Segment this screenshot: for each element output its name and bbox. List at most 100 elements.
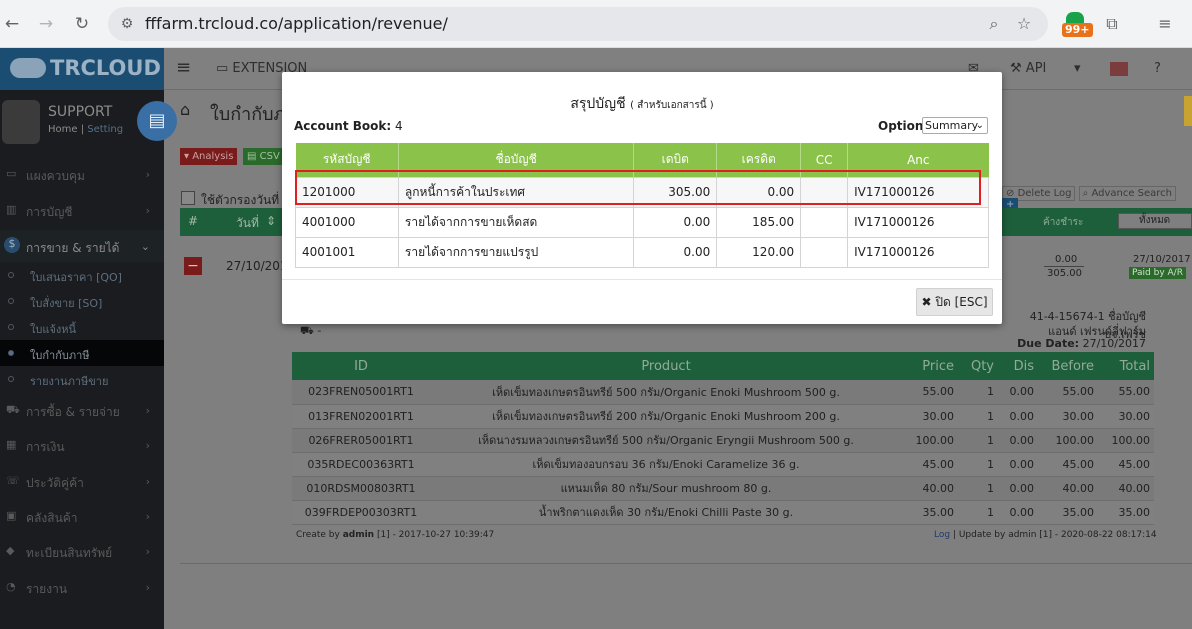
cell-id: 013FREN02001RT1 (292, 404, 430, 429)
forward-icon[interactable]: → (34, 12, 58, 36)
account-book-label: Account Book: (294, 119, 392, 133)
report-icon: ◔ (6, 580, 16, 593)
chevron-right-icon: › (145, 581, 150, 594)
cell-before: 35.00 (1038, 500, 1098, 525)
sidebar-sublabel: ใบเสนอราคา [QO] (30, 271, 122, 284)
table-row: 026FRER05001RT1 เห็ดนางรมหลวงเกษตรอินทรี… (292, 428, 1154, 453)
delete-log-label: Delete Log (1017, 188, 1072, 199)
cell-before: 55.00 (1038, 380, 1098, 405)
zoom-icon[interactable]: ⌕ (984, 14, 1004, 34)
menu-toggle-icon[interactable]: ≡ (176, 57, 191, 78)
shipping-info: ⛟ - (300, 324, 322, 337)
cell-debit: 0.00 (633, 206, 718, 238)
cell-total: 100.00 (1098, 428, 1154, 453)
user-name: SUPPORT (48, 104, 113, 120)
avatar (2, 100, 40, 144)
dropdown-caret-icon[interactable]: ▾ (1074, 61, 1081, 76)
diamond-icon: ◆ (6, 544, 15, 557)
sidebar-subitem-sales-tax-report[interactable]: รายงานภาษีขาย (0, 366, 164, 392)
browser-toolbar: ← → ↻ ⚙ fffarm.trcloud.co/application/re… (0, 0, 1192, 48)
site-settings-icon[interactable]: ⚙ (118, 15, 136, 33)
cell-dis: 0.00 (998, 476, 1038, 501)
sidebar-item-dashboard[interactable]: ▭ แผงควบคุม › (0, 158, 164, 190)
thai-flag-icon[interactable] (1110, 62, 1128, 76)
status-filter-select[interactable]: ทั้งหมด (1118, 213, 1192, 229)
setting-link[interactable]: Setting (87, 124, 123, 135)
sidebar-item-purchase[interactable]: ⛟ การซื้อ & รายจ่าย › (0, 394, 164, 426)
cell-product: น้ำพริกตาแดงเห็ด 30 กรัม/Enoki Chilli Pa… (430, 500, 902, 525)
account-summary-table: รหัสบัญชี ชื่อบัญชี เดบิต เครดิต CC Anc … (295, 143, 989, 268)
modal-subtitle: ( สำหรับเอกสารนี้ ) (630, 100, 714, 111)
account-book-value: 4 (395, 119, 403, 133)
chevron-right-icon: › (145, 168, 150, 181)
bullet-icon (8, 272, 14, 278)
table-row: 013FREN02001RT1 เห็ดเข็มทองเกษตรอินทรีย์… (292, 404, 1154, 429)
date-filter-checkbox[interactable] (181, 191, 195, 205)
table-row: 010RDSM00803RT1 แหนมเห็ด 80 กรัม/Sour mu… (292, 476, 1154, 501)
close-label: ปิด [ESC] (935, 295, 988, 309)
reload-icon[interactable]: ↻ (70, 12, 94, 36)
sidebar-item-assets[interactable]: ◆ ทะเบียนสินทรัพย์ › (0, 535, 164, 567)
sidebar-item-reports[interactable]: ◔ รายงาน › (0, 571, 164, 603)
desktop-icon: ▭ (6, 167, 17, 180)
api-menu[interactable]: ⚒ API (1010, 61, 1046, 76)
option-select[interactable]: Summary ⌄ (922, 117, 988, 134)
bookmark-star-icon[interactable]: ☆ (1014, 14, 1034, 34)
sidebar-subitem-sales-order[interactable]: ใบสั่งขาย [SO] (0, 288, 164, 314)
due-date-label: Due Date: (1017, 337, 1080, 350)
chevron-down-icon: ⌄ (975, 120, 984, 131)
chevron-right-icon: › (145, 404, 150, 417)
sidebar-label: การบัญชี (26, 205, 73, 219)
sidebar-subitem-tax-invoice[interactable]: ใบกำกับภาษี (0, 340, 164, 366)
quick-book-icon[interactable]: ▤ (137, 101, 177, 141)
advanced-search-button[interactable]: ⌕ Advance Search (1078, 186, 1177, 201)
update-by: Log | Update by admin [1] - 2020-08-22 0… (934, 530, 1157, 540)
sidebar-subitem-quotation[interactable]: ใบเสนอราคา [QO] (0, 262, 164, 288)
home-link[interactable]: Home (48, 124, 78, 135)
address-bar[interactable]: ⚙ fffarm.trcloud.co/application/revenue/… (108, 7, 1048, 41)
sidebar-item-accounting[interactable]: ▥ การบัญชี › (0, 194, 164, 226)
csv-button[interactable]: ▤ CSV (243, 148, 284, 165)
sidebar-item-finance[interactable]: ▦ การเงิน › (0, 429, 164, 461)
chevron-right-icon: › (145, 439, 150, 452)
option-label: Option: (878, 119, 929, 133)
list-header-date[interactable]: วันที่ (236, 214, 259, 233)
cell-dis: 0.00 (998, 500, 1038, 525)
cell-product: เห็ดเข็มทองเกษตรอินทรีย์ 500 กรัม/Organi… (430, 380, 902, 405)
sidebar-label: แผงควบคุม (26, 169, 85, 183)
cell-total: 30.00 (1098, 404, 1154, 429)
col-before: Before (1038, 352, 1098, 380)
cell-total: 35.00 (1098, 500, 1154, 525)
collapse-row-button[interactable]: − (184, 257, 202, 275)
api-label: API (1025, 61, 1047, 76)
cell-id: 039FRDEP00303RT1 (292, 500, 430, 525)
log-link[interactable]: Log (934, 530, 950, 540)
cell-price: 30.00 (902, 404, 958, 429)
amount-total: 305.00 (1047, 268, 1082, 279)
sidebar-item-sales[interactable]: $ การขาย & รายได้ ⌄ (0, 230, 164, 262)
close-button[interactable]: ✖ ปิด [ESC] (916, 288, 993, 316)
cell-id: 026FRER05001RT1 (292, 428, 430, 453)
cell-product: แหนมเห็ด 80 กรัม/Sour mushroom 80 g. (430, 476, 902, 501)
sort-icon[interactable]: ⇕ (266, 214, 276, 228)
chevron-down-icon: ⌄ (140, 240, 150, 253)
sidebar-subitem-invoice[interactable]: ใบแจ้งหนี้ (0, 314, 164, 340)
puzzle-icon[interactable]: ⧉ (1100, 12, 1124, 36)
sidebar-sublabel: ใบแจ้งหนี้ (30, 323, 77, 336)
cell-price: 100.00 (902, 428, 958, 453)
logo: TRCLOUD (50, 56, 161, 80)
highlight-box (295, 170, 981, 205)
cell-price: 45.00 (902, 452, 958, 477)
media-queue-icon[interactable]: ≡ (1153, 12, 1177, 36)
chevron-right-icon: › (145, 475, 150, 488)
row-date: 27/10/2017 (1133, 254, 1191, 265)
home-icon[interactable]: ⌂ (180, 100, 190, 119)
product-table: ID Product Price Qty Dis Before Total 02… (292, 352, 1154, 525)
back-icon[interactable]: ← (0, 12, 24, 36)
sidebar-item-contacts[interactable]: ☏ ประวัติคู่ค้า › (0, 465, 164, 497)
sidebar-item-inventory[interactable]: ▣ คลังสินค้า › (0, 500, 164, 532)
help-icon[interactable]: ? (1154, 61, 1161, 76)
analysis-button[interactable]: ▾ Analysis (180, 148, 238, 165)
cell-qty: 1 (958, 500, 998, 525)
book-icon: ▥ (6, 203, 17, 216)
